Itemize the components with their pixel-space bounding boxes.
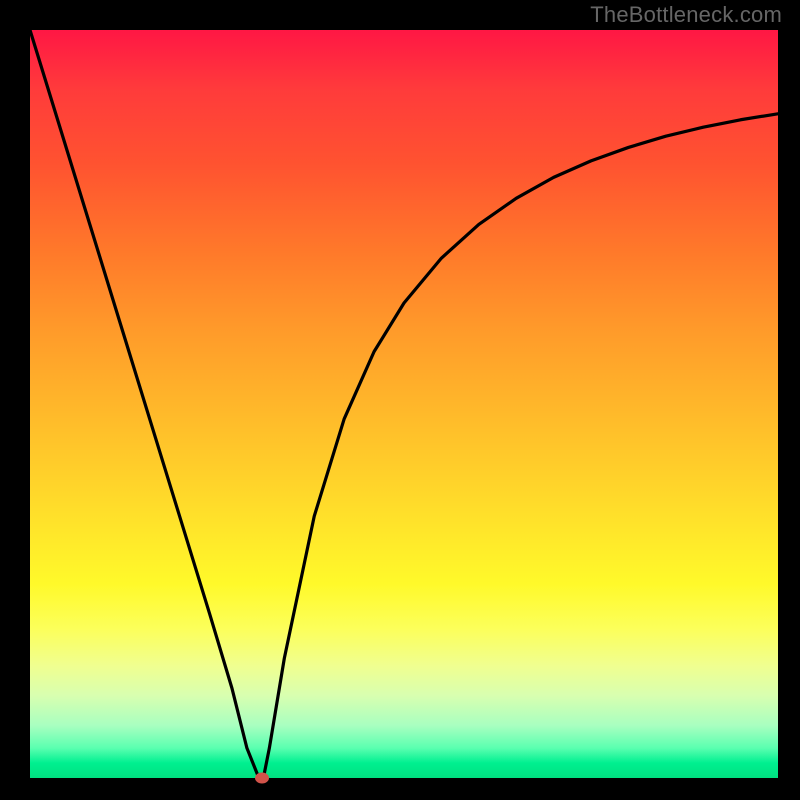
plot-area — [30, 30, 778, 778]
watermark-text: TheBottleneck.com — [590, 2, 782, 28]
bottleneck-curve — [30, 30, 778, 778]
chart-frame: TheBottleneck.com — [0, 0, 800, 800]
minimum-marker-icon — [255, 773, 269, 784]
